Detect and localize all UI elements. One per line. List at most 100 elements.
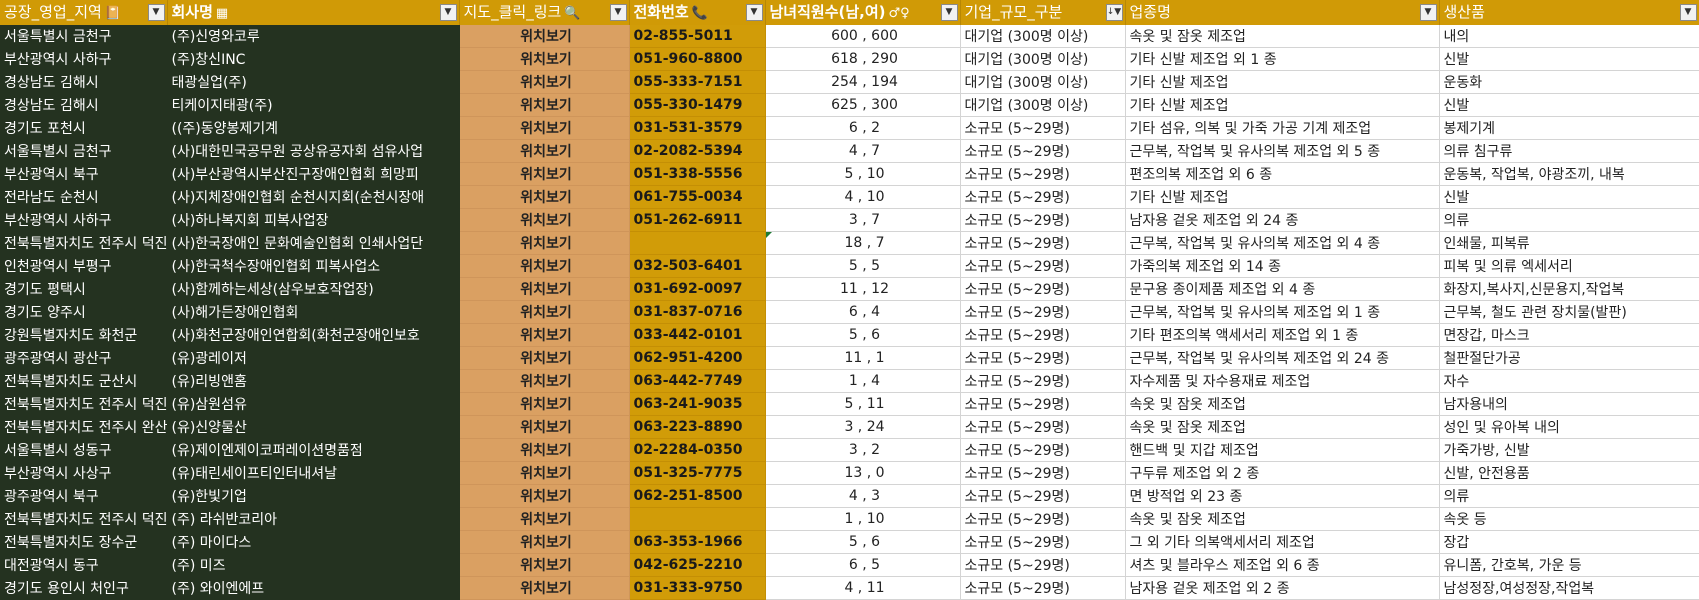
company-size-cell: 소규모 (5~29명) bbox=[960, 323, 1126, 347]
map-link-cell[interactable]: 위치보기 bbox=[459, 323, 630, 347]
map-link-cell[interactable]: 위치보기 bbox=[459, 369, 630, 393]
header-region[interactable]: 공장_영업_지역 📔 ▼ bbox=[0, 0, 168, 25]
company-size-cell: 소규모 (5~29명) bbox=[960, 392, 1126, 416]
map-link-cell[interactable]: 위치보기 bbox=[459, 277, 630, 301]
staff-count-cell: 5 , 6 bbox=[765, 323, 961, 347]
header-company[interactable]: 회사명 ▦ ▼ bbox=[167, 0, 460, 25]
company-size-cell: 소규모 (5~29명) bbox=[960, 139, 1126, 163]
map-link-cell[interactable]: 위치보기 bbox=[459, 254, 630, 278]
filter-dropdown-button[interactable]: ▼ bbox=[1419, 4, 1437, 21]
map-link-cell[interactable]: 위치보기 bbox=[459, 461, 630, 485]
notebook-icon: 📔 bbox=[104, 6, 121, 21]
map-link-cell[interactable]: 위치보기 bbox=[459, 438, 630, 462]
industry-cell: 기타 신발 제조업 bbox=[1125, 185, 1440, 209]
filter-dropdown-button[interactable]: ▼ bbox=[745, 4, 763, 21]
staff-count-cell: 618 , 290 bbox=[765, 47, 961, 71]
map-link-cell[interactable]: 위치보기 bbox=[459, 392, 630, 416]
company-size-cell: 대기업 (300명 이상) bbox=[960, 47, 1126, 71]
header-industry[interactable]: 업종명 ▼ bbox=[1125, 0, 1440, 25]
region-cell: 인천광역시 부평구 bbox=[0, 254, 168, 278]
company-size-cell: 대기업 (300명 이상) bbox=[960, 93, 1126, 117]
region-cell: 경기도 양주시 bbox=[0, 300, 168, 324]
filter-dropdown-button[interactable]: ▼ bbox=[940, 4, 958, 21]
map-link-cell[interactable]: 위치보기 bbox=[459, 47, 630, 71]
industry-cell: 편조의복 제조업 외 6 종 bbox=[1125, 162, 1440, 186]
region-cell: 서울특별시 금천구 bbox=[0, 25, 168, 48]
company-size-cell: 소규모 (5~29명) bbox=[960, 553, 1126, 577]
company-size-cell: 소규모 (5~29명) bbox=[960, 254, 1126, 278]
header-company-size[interactable]: 기업_규모_구분 ↓▼ bbox=[960, 0, 1126, 25]
company-size-cell: 소규모 (5~29명) bbox=[960, 484, 1126, 508]
region-cell: 전북특별자치도 전주시 덕진구 bbox=[0, 392, 168, 416]
phone-cell: 031-692-0097 bbox=[629, 277, 766, 301]
products-cell: 의류 bbox=[1439, 208, 1699, 232]
building-icon: ▦ bbox=[215, 6, 229, 21]
products-cell: 남자용내의 bbox=[1439, 392, 1699, 416]
phone-cell: 062-251-8500 bbox=[629, 484, 766, 508]
map-link-cell[interactable]: 위치보기 bbox=[459, 553, 630, 577]
company-name-cell: (사)대한민국공무원 공상유공자회 섬유사업 bbox=[167, 139, 460, 163]
phone-cell: 032-503-6401 bbox=[629, 254, 766, 278]
company-name-cell: (유)신양물산 bbox=[167, 415, 460, 439]
company-name-cell: (주) 와이엔에프 bbox=[167, 576, 460, 600]
phone-cell: 031-531-3579 bbox=[629, 116, 766, 140]
region-cell: 전북특별자치도 장수군 bbox=[0, 530, 168, 554]
map-link-cell[interactable]: 위치보기 bbox=[459, 162, 630, 186]
header-staff-count[interactable]: 남녀직원수(남,여) ♂♀ ▼ bbox=[765, 0, 961, 25]
map-link-cell[interactable]: 위치보기 bbox=[459, 530, 630, 554]
map-link-cell[interactable]: 위치보기 bbox=[459, 208, 630, 232]
map-link-cell[interactable]: 위치보기 bbox=[459, 185, 630, 209]
filter-dropdown-button[interactable]: ↓▼ bbox=[1105, 4, 1123, 21]
company-size-cell: 소규모 (5~29명) bbox=[960, 530, 1126, 554]
map-link-cell[interactable]: 위치보기 bbox=[459, 300, 630, 324]
company-size-cell: 소규모 (5~29명) bbox=[960, 162, 1126, 186]
table-row: 서울특별시 금천구 (주)신영와코루 위치보기 02-855-5011 600 , 60… bbox=[0, 25, 1699, 48]
company-name-cell: (유)광레이저 bbox=[167, 346, 460, 370]
header-phone[interactable]: 전화번호 📞 ▼ bbox=[629, 0, 766, 25]
staff-count-cell: 6 , 5 bbox=[765, 553, 961, 577]
map-link-cell[interactable]: 위치보기 bbox=[459, 139, 630, 163]
table-row: 강원특별자치도 화천군 (사)화천군장애인연합회(화천군장애인보호 위치보기 033-… bbox=[0, 323, 1699, 347]
table-row: 광주광역시 광산구 (유)광레이저 위치보기 062-951-4200 11 , 1 소규… bbox=[0, 346, 1699, 370]
map-link-cell[interactable]: 위치보기 bbox=[459, 507, 630, 531]
company-name-cell: (사)한국척수장애인협회 피복사업소 bbox=[167, 254, 460, 278]
map-link-cell[interactable]: 위치보기 bbox=[459, 484, 630, 508]
filter-dropdown-button[interactable]: ▼ bbox=[147, 4, 165, 21]
staff-count-cell: 5 , 11 bbox=[765, 392, 961, 416]
filter-dropdown-button[interactable]: ▼ bbox=[439, 4, 457, 21]
map-link-cell[interactable]: 위치보기 bbox=[459, 93, 630, 117]
table-row: 인천광역시 부평구 (사)한국척수장애인협회 피복사업소 위치보기 032-503-6… bbox=[0, 254, 1699, 278]
region-cell: 광주광역시 광산구 bbox=[0, 346, 168, 370]
company-name-cell: (사)화천군장애인연합회(화천군장애인보호 bbox=[167, 323, 460, 347]
region-cell: 전북특별자치도 전주시 완산구 bbox=[0, 415, 168, 439]
staff-count-cell: 3 , 2 bbox=[765, 438, 961, 462]
map-link-cell[interactable]: 위치보기 bbox=[459, 415, 630, 439]
map-link-cell[interactable]: 위치보기 bbox=[459, 576, 630, 600]
company-size-cell: 대기업 (300명 이상) bbox=[960, 25, 1126, 48]
products-cell: 신발 bbox=[1439, 47, 1699, 71]
staff-count-cell: 5 , 6 bbox=[765, 530, 961, 554]
header-products[interactable]: 생산품 ▼ bbox=[1439, 0, 1699, 25]
region-cell: 경기도 용인시 처인구 bbox=[0, 576, 168, 600]
map-link-cell[interactable]: 위치보기 bbox=[459, 346, 630, 370]
staff-count-cell: 6 , 2 bbox=[765, 116, 961, 140]
phone-cell: 063-241-9035 bbox=[629, 392, 766, 416]
industry-cell: 속옷 및 잠옷 제조업 bbox=[1125, 25, 1440, 48]
header-label: 회사명 bbox=[171, 3, 213, 21]
products-cell: 성인 및 유아복 내의 bbox=[1439, 415, 1699, 439]
industry-cell: 가죽의복 제조업 외 14 종 bbox=[1125, 254, 1440, 278]
phone-cell: 031-333-9750 bbox=[629, 576, 766, 600]
phone-cell: 061-755-0034 bbox=[629, 185, 766, 209]
products-cell: 의류 bbox=[1439, 484, 1699, 508]
filter-dropdown-button[interactable]: ▼ bbox=[609, 4, 627, 21]
table-body: 서울특별시 금천구 (주)신영와코루 위치보기 02-855-5011 600 , 60… bbox=[0, 25, 1699, 600]
industry-cell: 기타 섬유, 의복 및 가죽 가공 기계 제조업 bbox=[1125, 116, 1440, 140]
filter-dropdown-button[interactable]: ▼ bbox=[1679, 4, 1697, 21]
map-link-cell[interactable]: 위치보기 bbox=[459, 70, 630, 94]
company-name-cell: (주) 미즈 bbox=[167, 553, 460, 577]
map-link-cell[interactable]: 위치보기 bbox=[459, 25, 630, 48]
map-link-cell[interactable]: 위치보기 bbox=[459, 231, 630, 255]
map-link-cell[interactable]: 위치보기 bbox=[459, 116, 630, 140]
industry-cell: 핸드백 및 지갑 제조업 bbox=[1125, 438, 1440, 462]
header-map-link[interactable]: 지도_클릭_링크 🔍 ▼ bbox=[459, 0, 630, 25]
